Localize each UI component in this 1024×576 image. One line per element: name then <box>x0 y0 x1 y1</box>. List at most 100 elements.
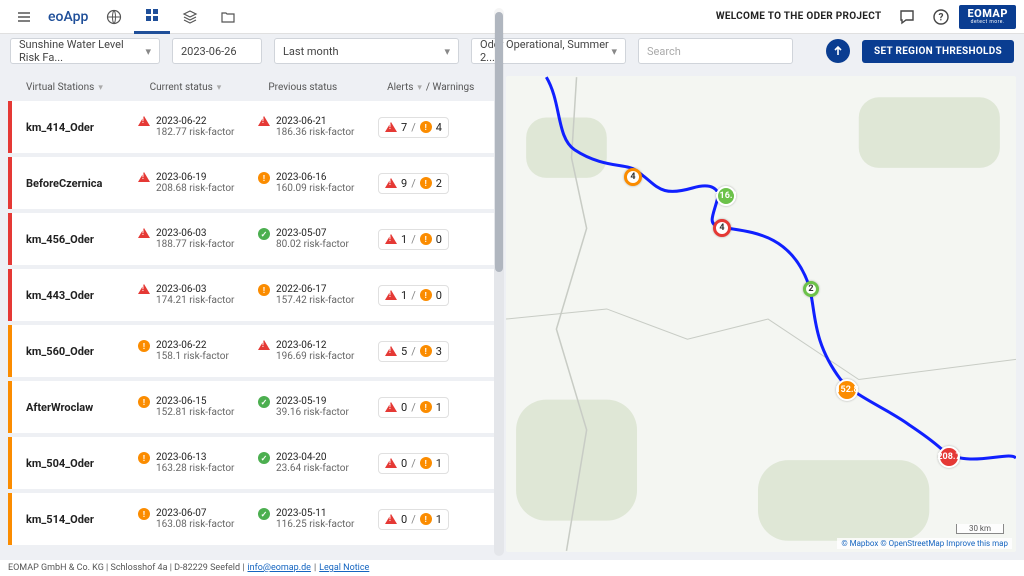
alert-icon <box>138 228 150 238</box>
footer-email-link[interactable]: info@eomap.de <box>247 563 310 573</box>
table-body[interactable]: km_414_Oder2023-06-22182.77 risk-factor2… <box>8 101 498 552</box>
layers-tab-icon[interactable] <box>172 0 208 34</box>
chevron-down-icon: ▾ <box>444 45 450 58</box>
warning-icon: ! <box>138 452 150 464</box>
warning-icon: ! <box>420 345 432 357</box>
map-pin[interactable]: 2 <box>803 281 819 297</box>
ok-icon: ✓ <box>258 508 270 520</box>
top-bar: eoApp WELCOME TO THE ODER PROJECT ? EOMA… <box>0 0 1024 34</box>
previous-status: !2022-06-17157.42 risk-factor <box>258 284 378 306</box>
footer: EOMAP GmbH & Co. KG | Schlosshof 4a | D-… <box>0 560 1024 576</box>
table-row[interactable]: km_560_Oder!2023-06-22158.1 risk-factor2… <box>8 325 494 377</box>
station-name: BeforeCzernica <box>12 177 138 190</box>
scrollbar[interactable] <box>494 68 504 556</box>
scrollbar-thumb[interactable] <box>495 68 503 272</box>
alerts-badge: 1/!0 <box>378 285 449 306</box>
ok-icon: ✓ <box>258 396 270 408</box>
map-canvas <box>506 76 1016 552</box>
alert-icon <box>385 178 397 188</box>
col-current[interactable]: Current status ▾ <box>150 82 269 93</box>
folder-tab-icon[interactable] <box>210 0 246 34</box>
help-icon[interactable]: ? <box>925 1 957 33</box>
chevron-down-icon: ▾ <box>611 45 617 58</box>
globe-tab-icon[interactable] <box>96 0 132 34</box>
station-name: AfterWroclaw <box>12 401 138 414</box>
alert-icon <box>138 172 150 182</box>
current-status: 2023-06-19208.68 risk-factor <box>138 172 258 194</box>
warning-icon: ! <box>420 457 432 469</box>
warning-icon: ! <box>138 508 150 520</box>
menu-icon[interactable] <box>8 1 40 33</box>
table-row[interactable]: km_456_Oder2023-06-03188.77 risk-factor✓… <box>8 213 494 265</box>
date-select[interactable]: 2023-06-26 <box>172 38 262 64</box>
warning-icon: ! <box>420 289 432 301</box>
alert-icon <box>385 346 397 356</box>
table-row[interactable]: km_414_Oder2023-06-22182.77 risk-factor2… <box>8 101 494 153</box>
map-pin[interactable]: 4 <box>713 219 731 237</box>
station-list-panel: Virtual Stations ▾ Current status ▾ Prev… <box>8 76 498 552</box>
map-pin[interactable]: 4 <box>624 168 642 186</box>
map-pin[interactable]: 208.7 <box>938 446 960 468</box>
map-attribution[interactable]: © Mapbox © OpenStreetMap Improve this ma… <box>837 538 1012 549</box>
table-row[interactable]: km_514_Oder!2023-06-07163.08 risk-factor… <box>8 493 494 545</box>
chat-icon[interactable] <box>891 1 923 33</box>
warning-icon: ! <box>420 121 432 133</box>
warning-icon: ! <box>420 401 432 413</box>
alert-icon <box>385 458 397 468</box>
station-name: km_560_Oder <box>12 345 138 358</box>
table-row[interactable]: AfterWroclaw!2023-06-15152.81 risk-facto… <box>8 381 494 433</box>
col-stations[interactable]: Virtual Stations ▾ <box>26 82 150 93</box>
warning-icon: ! <box>258 284 270 296</box>
col-alerts[interactable]: Alerts ▾ / Warnings <box>387 82 486 93</box>
filter-bar: Sunshine Water Level Risk Fa...▾ 2023-06… <box>0 34 1024 68</box>
station-name: km_514_Oder <box>12 513 138 526</box>
eomap-logo[interactable]: EOMAP detect more. <box>959 5 1016 29</box>
current-status: 2023-06-03174.21 risk-factor <box>138 284 258 306</box>
alert-icon <box>385 514 397 524</box>
upload-button[interactable] <box>826 39 850 63</box>
map-panel[interactable]: 4116.142152.8208.7 30 km © Mapbox © Open… <box>506 76 1016 552</box>
alerts-badge: 0/!1 <box>378 397 449 418</box>
alert-icon <box>385 234 397 244</box>
current-status: 2023-06-03188.77 risk-factor <box>138 228 258 250</box>
station-name: km_443_Oder <box>12 289 138 302</box>
table-row[interactable]: BeforeCzernica2023-06-19208.68 risk-fact… <box>8 157 494 209</box>
alert-icon <box>385 290 397 300</box>
station-name: km_504_Oder <box>12 457 138 470</box>
alerts-badge: 9/!2 <box>378 173 449 194</box>
alerts-badge: 0/!1 <box>378 453 449 474</box>
alert-icon <box>385 402 397 412</box>
map-pin[interactable]: 116.1 <box>716 186 736 206</box>
warning-icon: ! <box>420 177 432 189</box>
alert-icon <box>138 116 150 126</box>
app-brand: eoApp <box>42 9 94 25</box>
chevron-down-icon: ▾ <box>417 83 422 93</box>
current-status: !2023-06-15152.81 risk-factor <box>138 396 258 418</box>
current-status: !2023-06-07163.08 risk-factor <box>138 508 258 530</box>
set-region-thresholds-button[interactable]: SET REGION THRESHOLDS <box>862 40 1014 63</box>
ok-icon: ✓ <box>258 452 270 464</box>
warning-icon: ! <box>138 396 150 408</box>
product-select[interactable]: Sunshine Water Level Risk Fa...▾ <box>10 38 160 64</box>
map-pin[interactable]: 152.8 <box>836 379 858 401</box>
station-name: km_414_Oder <box>12 121 138 134</box>
chevron-down-icon: ▾ <box>145 45 151 58</box>
dashboard-tab-icon[interactable] <box>134 0 170 34</box>
table-row[interactable]: km_504_Oder!2023-06-13163.28 risk-factor… <box>8 437 494 489</box>
warning-icon: ! <box>420 233 432 245</box>
col-previous[interactable]: Previous status <box>268 82 387 93</box>
footer-legal-link[interactable]: Legal Notice <box>319 563 369 573</box>
range-select[interactable]: Last month▾ <box>274 38 459 64</box>
table-header: Virtual Stations ▾ Current status ▾ Prev… <box>8 76 498 101</box>
previous-status: 2023-06-12196.69 risk-factor <box>258 340 378 362</box>
current-status: !2023-06-13163.28 risk-factor <box>138 452 258 474</box>
logo-main-text: EOMAP <box>967 8 1008 19</box>
previous-status: ✓2023-05-1939.16 risk-factor <box>258 396 378 418</box>
ok-icon: ✓ <box>258 228 270 240</box>
previous-status: ✓2023-05-0780.02 risk-factor <box>258 228 378 250</box>
footer-company: EOMAP GmbH & Co. KG | Schlosshof 4a | D-… <box>8 563 244 573</box>
table-row[interactable]: km_443_Oder2023-06-03174.21 risk-factor!… <box>8 269 494 321</box>
search-input[interactable]: Search <box>638 38 793 64</box>
warning-icon: ! <box>258 172 270 184</box>
alerts-badge: 7/!4 <box>378 117 449 138</box>
